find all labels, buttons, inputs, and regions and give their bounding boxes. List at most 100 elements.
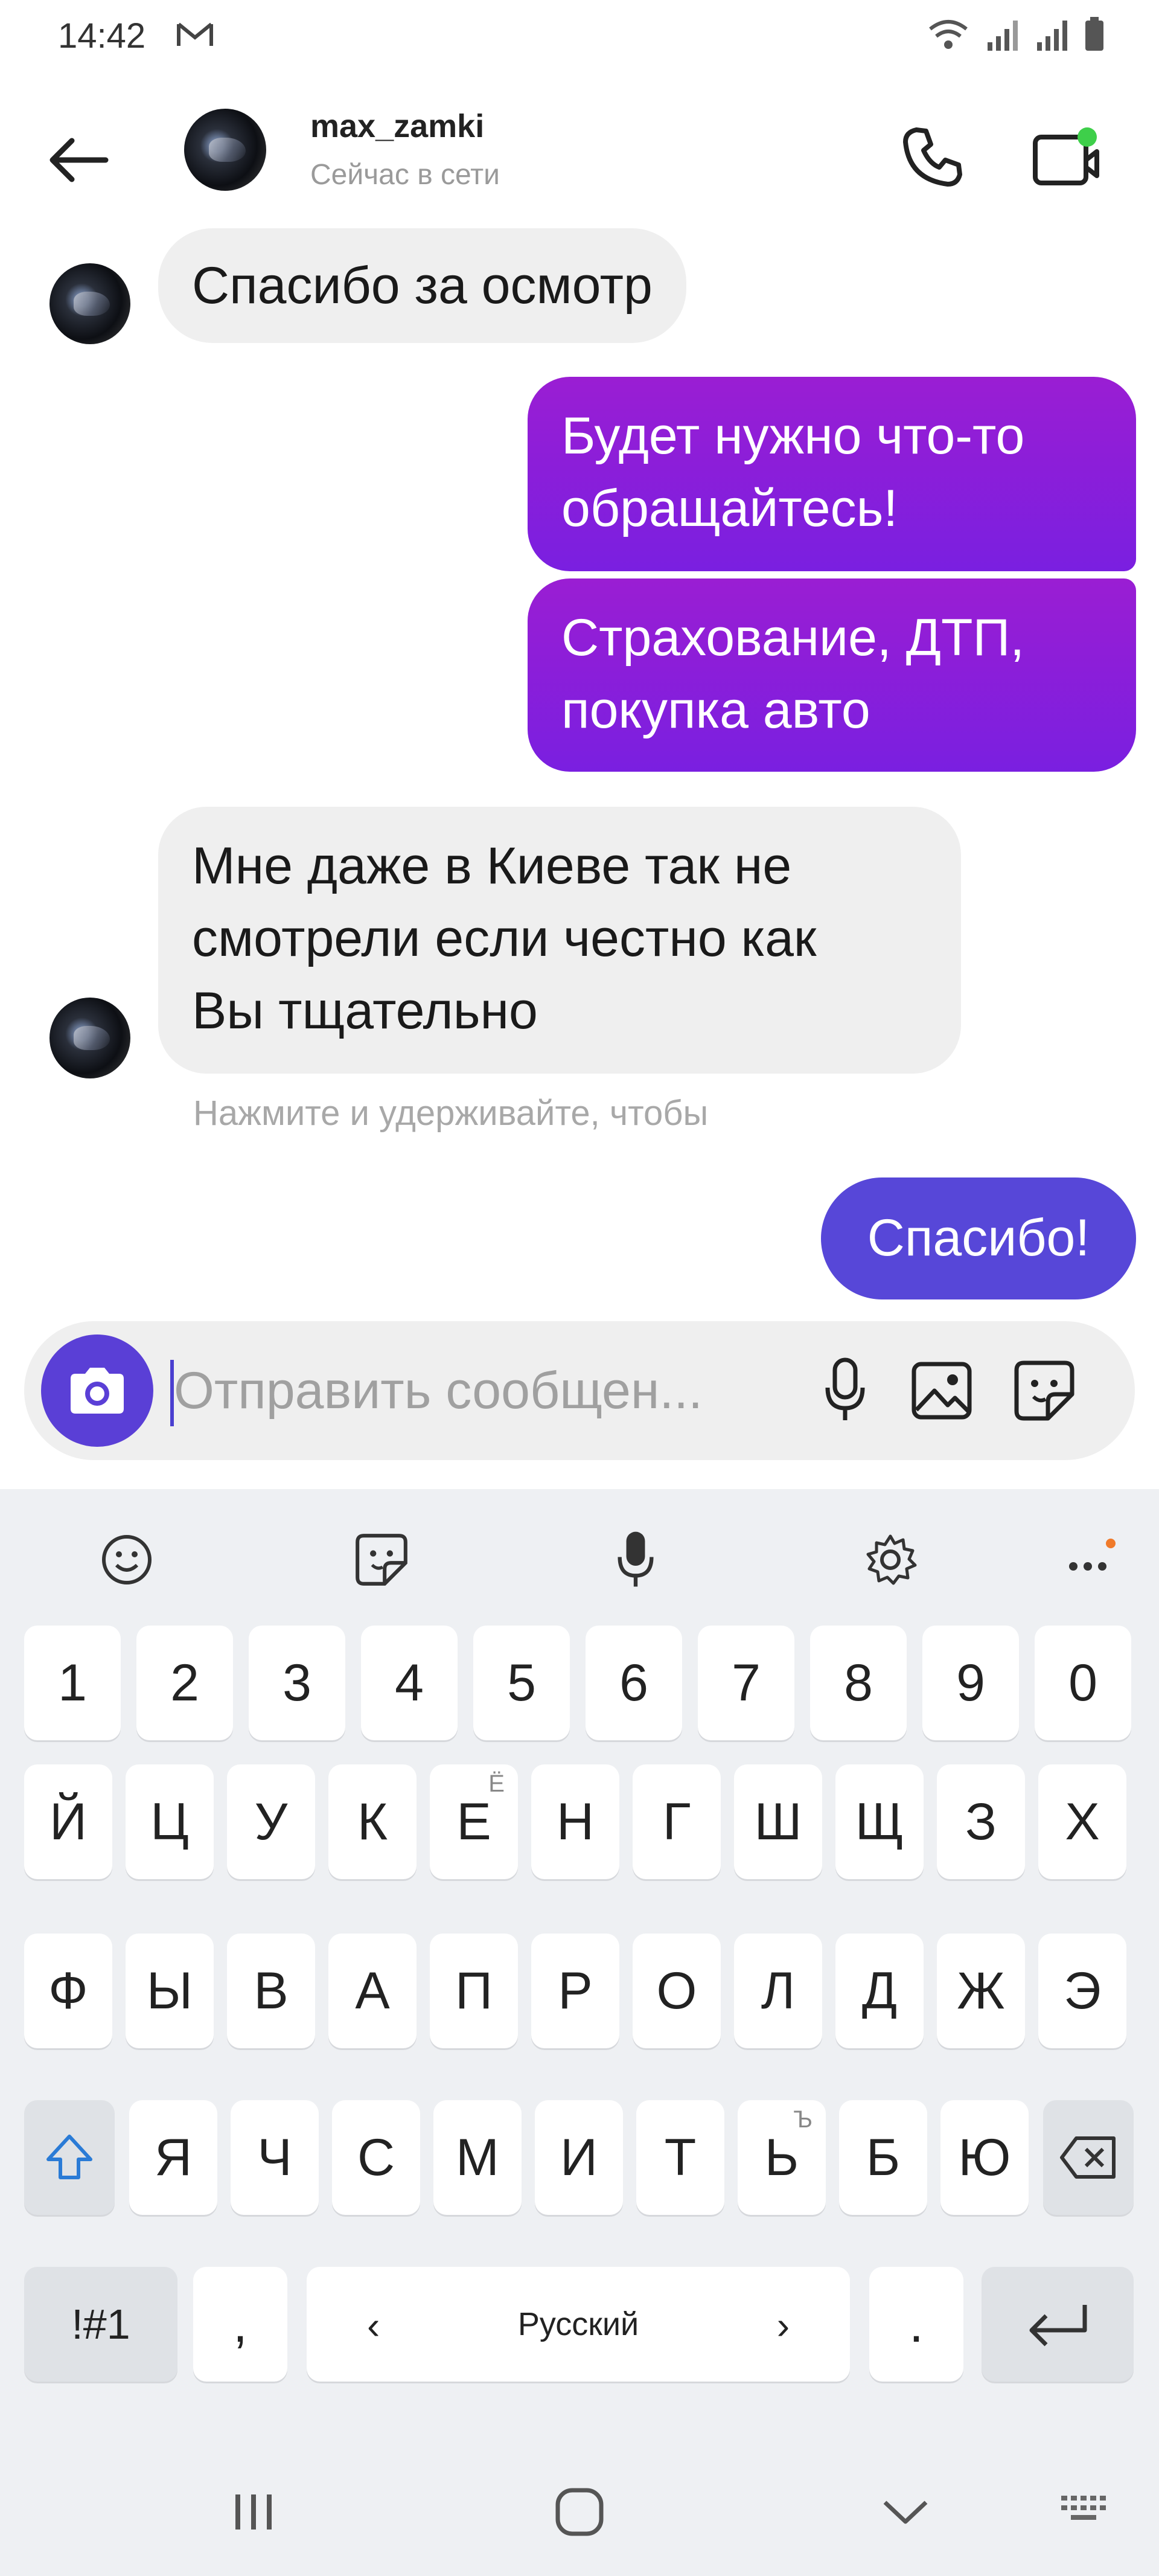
arrow-left-icon	[49, 138, 109, 182]
message-text: Страхование, ДТП,	[561, 609, 1025, 667]
message-outgoing[interactable]: Будет нужно что-то обращайтесь!	[528, 377, 1136, 571]
message-outgoing[interactable]: Страхование, ДТП, покупка авто	[528, 578, 1136, 772]
shift-key[interactable]	[24, 2100, 115, 2215]
key-8[interactable]: 8	[810, 1626, 907, 1740]
key-letter[interactable]: Щ	[835, 1764, 924, 1879]
status-bar: 14:42	[0, 0, 1159, 72]
key-letter[interactable]: Б	[839, 2100, 927, 2215]
key-0[interactable]: 0	[1035, 1626, 1131, 1740]
key-letter[interactable]: Э	[1038, 1934, 1126, 2048]
avatar	[49, 998, 130, 1078]
key-letter[interactable]: Х	[1038, 1764, 1126, 1879]
key-1[interactable]: 1	[24, 1626, 121, 1740]
key-label: Е	[456, 1792, 491, 1851]
key-letter[interactable]: Ю	[940, 2100, 1029, 2215]
message-text: Спасибо!	[867, 1209, 1090, 1267]
more-icon	[1069, 1539, 1116, 1571]
key-letter[interactable]: Ж	[937, 1934, 1025, 2048]
key-letter[interactable]: П	[430, 1934, 518, 2048]
key-letter[interactable]: М	[433, 2100, 522, 2215]
key-letter[interactable]: К	[328, 1764, 417, 1879]
key-2[interactable]: 2	[136, 1626, 233, 1740]
key-letter[interactable]: О	[633, 1934, 721, 2048]
online-status: Сейчас в сети	[310, 159, 500, 191]
key-letter[interactable]: Д	[835, 1934, 924, 2048]
microphone-icon	[825, 1357, 865, 1420]
home-icon	[555, 2488, 604, 2536]
key-letter[interactable]: Н	[531, 1764, 619, 1879]
microphone-button[interactable]	[809, 1354, 881, 1427]
key-letter[interactable]: А	[328, 1934, 417, 2048]
navigation-bar	[0, 2433, 1159, 2576]
more-options-button[interactable]	[1056, 1527, 1123, 1593]
key-letter[interactable]: Й	[24, 1764, 112, 1879]
microphone-icon	[618, 1531, 654, 1587]
call-button[interactable]	[893, 118, 972, 196]
space-key[interactable]: ‹ Русский ›	[307, 2267, 850, 2382]
key-alt-label: Ъ	[793, 2106, 813, 2133]
home-button[interactable]	[531, 2470, 628, 2554]
signal-icon	[1035, 18, 1068, 55]
key-letter[interactable]: И	[535, 2100, 623, 2215]
key-letter[interactable]: З	[937, 1764, 1025, 1879]
key-letter[interactable]: Р	[531, 1934, 619, 2048]
back-button[interactable]	[42, 127, 115, 193]
key-letter[interactable]: Ы	[126, 1934, 214, 2048]
message-incoming[interactable]: Мне даже в Киеве так не смотрели если че…	[158, 807, 961, 1074]
gallery-button[interactable]	[905, 1354, 978, 1427]
key-letter[interactable]: Т	[636, 2100, 724, 2215]
key-letter[interactable]: Г	[633, 1764, 721, 1879]
signal-icon	[985, 18, 1019, 55]
sticker-button[interactable]	[1008, 1354, 1081, 1427]
key-3[interactable]: 3	[249, 1626, 345, 1740]
keyboard-switch-button[interactable]	[1038, 2470, 1135, 2554]
online-dot	[1078, 127, 1097, 147]
keyboard-settings-button[interactable]	[857, 1527, 924, 1593]
key-letter[interactable]: У	[227, 1764, 315, 1879]
message-text: покупка авто	[561, 681, 870, 739]
recent-apps-button[interactable]	[205, 2470, 302, 2554]
key-letter[interactable]: Ш	[734, 1764, 822, 1879]
camera-button[interactable]	[41, 1334, 153, 1447]
key-letter[interactable]: ЕЁ	[430, 1764, 518, 1879]
backspace-key[interactable]	[1043, 2100, 1134, 2215]
key-letter[interactable]: Л	[734, 1934, 822, 2048]
image-icon	[912, 1362, 972, 1420]
message-outgoing[interactable]: Спасибо!	[821, 1177, 1136, 1299]
key-4[interactable]: 4	[361, 1626, 458, 1740]
emoji-button[interactable]	[94, 1527, 160, 1593]
key-letter[interactable]: ЬЪ	[738, 2100, 826, 2215]
comma-key[interactable]: ,	[193, 2267, 287, 2382]
key-5[interactable]: 5	[473, 1626, 570, 1740]
key-9[interactable]: 9	[922, 1626, 1019, 1740]
message-composer	[24, 1321, 1135, 1460]
period-key[interactable]: .	[869, 2267, 963, 2382]
message-text: Мне даже в Киеве так не	[192, 837, 792, 895]
message-incoming[interactable]: Спасибо за осмотр	[158, 228, 686, 343]
keyboard-icon	[1061, 2496, 1106, 2520]
key-letter[interactable]: Ч	[231, 2100, 319, 2215]
key-letter[interactable]: Ф	[24, 1934, 112, 2048]
key-7[interactable]: 7	[698, 1626, 794, 1740]
backspace-icon	[1060, 2136, 1116, 2179]
key-6[interactable]: 6	[586, 1626, 682, 1740]
enter-key[interactable]	[982, 2267, 1134, 2382]
key-letter[interactable]: С	[332, 2100, 420, 2215]
chat-username[interactable]: max_zamki	[310, 107, 484, 145]
battery-icon	[1084, 17, 1105, 55]
chevron-down-icon	[883, 2501, 928, 2524]
avatar[interactable]	[184, 109, 266, 191]
gmail-icon	[176, 21, 214, 51]
voice-input-button[interactable]	[602, 1527, 669, 1593]
message-input[interactable]	[174, 1351, 796, 1430]
sticker-button[interactable]	[348, 1527, 415, 1593]
key-letter[interactable]: Я	[129, 2100, 217, 2215]
hide-keyboard-button[interactable]	[857, 2470, 954, 2554]
key-letter[interactable]: Ц	[126, 1764, 214, 1879]
key-letter[interactable]: В	[227, 1934, 315, 2048]
symbols-key[interactable]: !#1	[24, 2267, 177, 2382]
avatar	[49, 263, 130, 344]
sticker-icon	[1014, 1360, 1074, 1421]
video-call-button[interactable]	[1026, 118, 1105, 196]
chevron-left-icon: ‹	[367, 2304, 380, 2347]
